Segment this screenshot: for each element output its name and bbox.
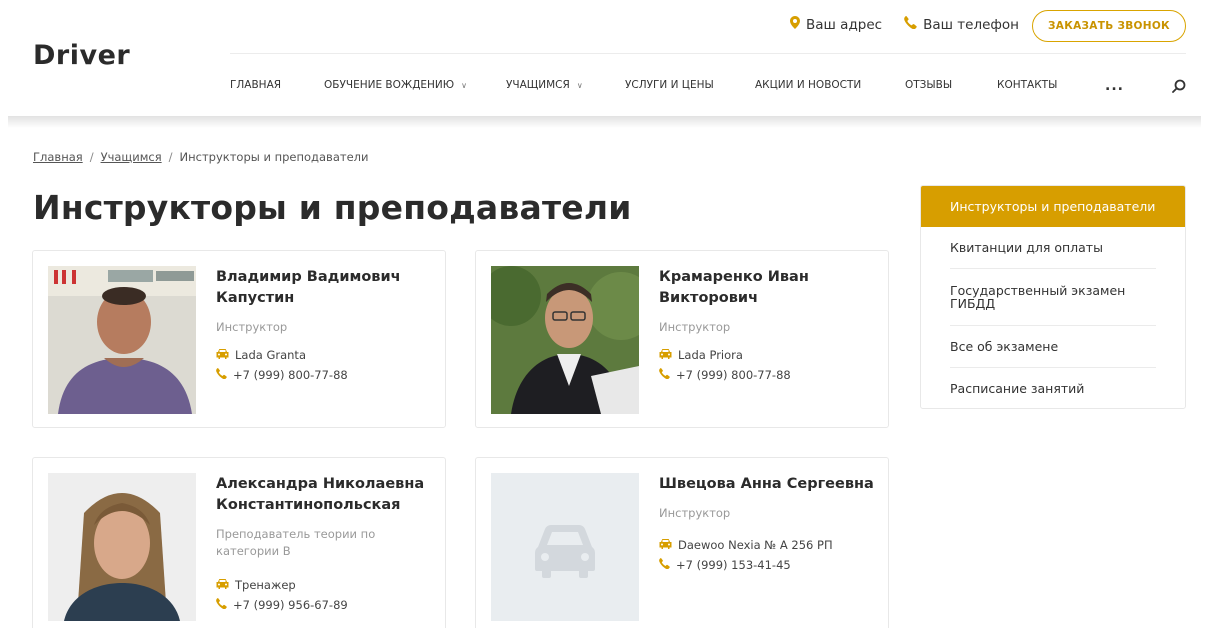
car-placeholder-icon [491,473,639,621]
phone-label: Ваш телефон [923,16,1020,33]
main-nav: ГЛАВНАЯ ОБУЧЕНИЕ ВОЖДЕНИЮ ∨ УЧАЩИМСЯ ∨ УСЛ… [0,79,1209,93]
instructor-car: Daewoo Nexia № А 256 РП [659,538,874,552]
nav-item-driving-training[interactable]: ОБУЧЕНИЕ ВОЖДЕНИЮ ∨ [324,79,467,91]
phone-number: +7 (999) 956-67-89 [233,598,348,612]
breadcrumb-separator: / [168,150,173,164]
sidebar-item-instructors[interactable]: Инструкторы и преподаватели [921,186,1185,227]
header-divider [230,53,1186,54]
instructor-name[interactable]: Александра Николаевна Константинопольска… [216,474,431,516]
breadcrumb-current: Инструкторы и преподаватели [179,150,369,164]
instructor-name[interactable]: Швецова Анна Сергеевна [659,474,874,495]
instructor-role: Инструктор [659,320,731,334]
instructor-role: Инструктор [659,506,731,520]
phone-icon [216,368,233,382]
chevron-down-icon: ∨ [576,80,583,90]
instructor-name[interactable]: Крамаренко Иван Викторович [659,267,874,309]
nav-item-home[interactable]: ГЛАВНАЯ [230,79,281,91]
instructor-card[interactable]: Владимир Вадимович Капустин Инструктор L… [32,250,446,428]
search-icon[interactable] [1172,78,1186,97]
car-icon [216,578,235,592]
nav-label: ОТЗЫВЫ [905,79,953,91]
instructor-car: Lada Priora [659,348,874,362]
sidebar-item-receipts[interactable]: Квитанции для оплаты [950,227,1156,269]
phone-icon [659,558,676,572]
instructor-info: Швецова Анна Сергеевна Инструктор Daewoo… [659,474,874,572]
location-pin-icon [790,16,806,33]
instructor-phone[interactable]: +7 (999) 800-77-88 [216,368,431,382]
nav-label: УСЛУГИ И ЦЕНЫ [625,79,714,91]
sidebar-item-schedule[interactable]: Расписание занятий [950,368,1156,408]
top-contact-links: Ваш адрес Ваш телефон [790,16,1041,33]
phone-icon [659,368,676,382]
instructor-phone[interactable]: +7 (999) 800-77-88 [659,368,874,382]
sidebar-menu: Инструкторы и преподаватели Квитанции дл… [920,185,1186,409]
instructor-car: Lada Granta [216,348,431,362]
instructor-photo-placeholder[interactable] [491,473,639,621]
nav-item-reviews[interactable]: ОТЗЫВЫ [905,79,952,91]
logo[interactable]: Driver [33,40,130,71]
instructor-card[interactable]: Александра Николаевна Константинопольска… [32,457,446,628]
phone-link[interactable]: Ваш телефон [904,16,1019,33]
car-label: Lada Granta [235,348,306,362]
instructor-info: Владимир Вадимович Капустин Инструктор L… [216,267,431,382]
car-label: Daewoo Nexia № А 256 РП [678,538,833,552]
instructor-phone[interactable]: +7 (999) 956-67-89 [216,598,431,612]
instructor-info: Александра Николаевна Константинопольска… [216,474,431,612]
site-header: Driver Ваш адрес Ваш телефон ЗАКАЗАТЬ ЗВ… [0,0,1209,118]
instructor-photo[interactable] [48,266,196,414]
nav-label: КОНТАКТЫ [997,79,1058,91]
phone-icon [216,598,233,612]
instructor-role: Инструктор [216,320,288,334]
sidebar-item-exam-info[interactable]: Все об экзамене [950,326,1156,368]
address-link[interactable]: Ваш адрес [790,16,882,33]
nav-item-promo-news[interactable]: АКЦИИ И НОВОСТИ [755,79,861,91]
phone-number: +7 (999) 800-77-88 [233,368,348,382]
phone-number: +7 (999) 800-77-88 [676,368,791,382]
instructor-car: Тренажер [216,578,431,592]
breadcrumb-home-link[interactable]: Главная [33,150,83,164]
breadcrumb-students-link[interactable]: Учащимся [101,150,162,164]
chevron-down-icon: ∨ [461,80,467,90]
sidebar-item-state-exam[interactable]: Государственный экзамен ГИБДД [950,269,1156,326]
nav-more-button[interactable]: ... [1105,78,1124,94]
phone-icon [904,16,923,33]
instructor-info: Крамаренко Иван Викторович Инструктор La… [659,267,874,382]
nav-item-students[interactable]: УЧАЩИМСЯ ∨ [506,79,583,91]
nav-label: ОБУЧЕНИЕ ВОЖДЕНИЮ [324,79,455,91]
header-shadow [8,116,1201,128]
car-icon [659,538,678,552]
car-label: Lada Priora [678,348,743,362]
page-title: Инструкторы и преподаватели [33,188,632,227]
instructor-card[interactable]: Крамаренко Иван Викторович Инструктор La… [475,250,889,428]
address-label: Ваш адрес [806,16,883,33]
instructor-name[interactable]: Владимир Вадимович Капустин [216,267,431,309]
nav-label: УЧАЩИМСЯ [506,79,570,91]
instructor-phone[interactable]: +7 (999) 153-41-45 [659,558,874,572]
phone-number: +7 (999) 153-41-45 [676,558,791,572]
instructor-card[interactable]: Швецова Анна Сергеевна Инструктор Daewoo… [475,457,889,628]
breadcrumb-separator: / [89,150,94,164]
instructor-role: Преподаватель теории по категории B [216,527,376,558]
car-icon [216,348,235,362]
nav-label: АКЦИИ И НОВОСТИ [755,79,862,91]
order-call-button[interactable]: ЗАКАЗАТЬ ЗВОНОК [1032,10,1186,42]
nav-item-contacts[interactable]: КОНТАКТЫ [997,79,1057,91]
breadcrumb: Главная / Учащимся / Инструкторы и препо… [33,150,368,164]
car-icon [659,348,678,362]
instructor-photo[interactable] [48,473,196,621]
nav-item-services-prices[interactable]: УСЛУГИ И ЦЕНЫ [625,79,714,91]
instructor-photo[interactable] [491,266,639,414]
car-label: Тренажер [235,578,296,592]
nav-label: ГЛАВНАЯ [230,79,282,91]
